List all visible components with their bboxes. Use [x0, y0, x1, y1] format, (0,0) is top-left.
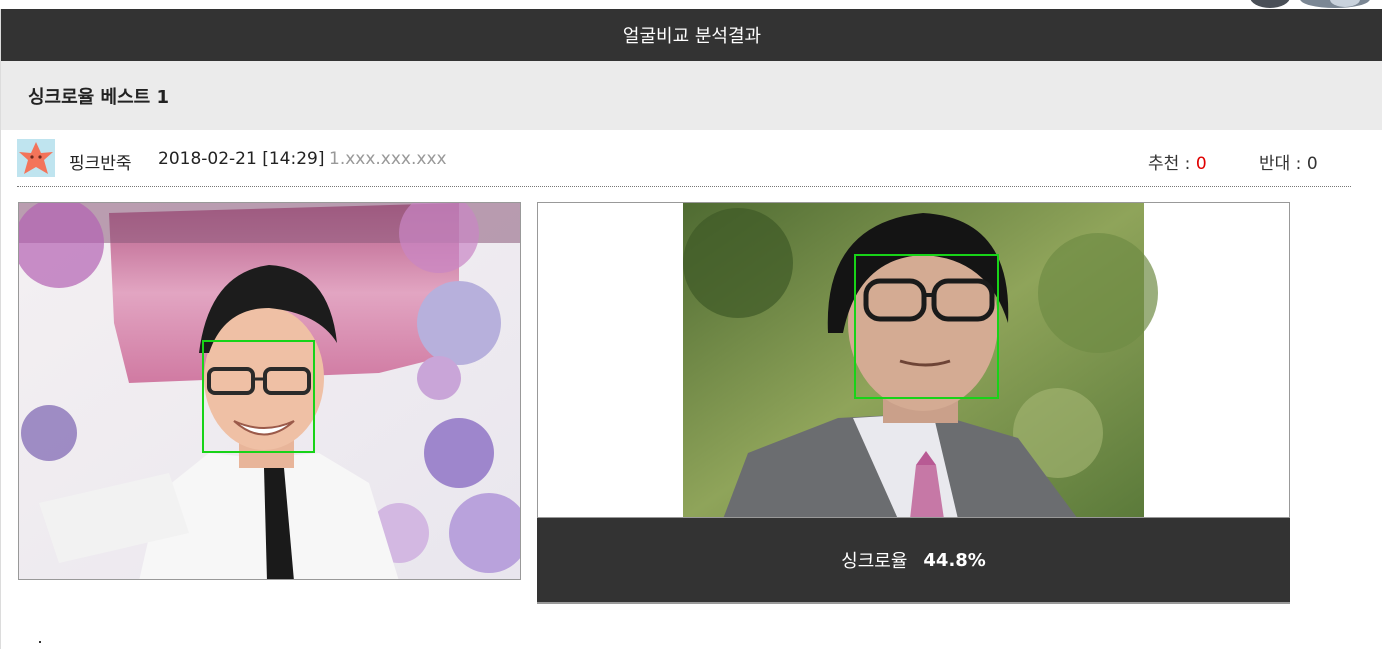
recommend-count: 0	[1195, 154, 1207, 174]
section-heading: 싱크로율 베스트 1	[28, 86, 169, 108]
panel-title-bar: 얼굴비교 분석결과	[1, 9, 1382, 61]
panel-title: 얼굴비교 분석결과	[622, 26, 762, 47]
oppose-button[interactable]: 반대 : 0	[1259, 149, 1318, 174]
pink-starfish-avatar-icon[interactable]	[17, 139, 55, 177]
recommend-label: 추천 :	[1148, 154, 1191, 174]
uploaded-face-photo	[18, 202, 521, 580]
oppose-count: 0	[1306, 154, 1318, 174]
matched-face-photo	[537, 202, 1290, 518]
sync-rate-result-bar: 싱크로율 44.8%	[537, 518, 1290, 604]
corner-decoration-image	[1240, 0, 1382, 9]
sync-rate-label: 싱크로율	[841, 551, 908, 572]
oppose-label: 반대 :	[1259, 154, 1302, 174]
sync-rate-value: 44.8%	[923, 549, 986, 571]
post-info-bar: 핑크반죽 2018-02-21 [14:29] 1.xxx.xxx.xxx 추천…	[17, 137, 1351, 187]
result-panel: 얼굴비교 분석결과 싱크로율 베스트 1 핑크반죽 2018-02-21 [14…	[0, 9, 1382, 649]
matched-face-card: 싱크로율 44.8%	[537, 202, 1290, 604]
post-datetime: 2018-02-21 [14:29]	[158, 149, 325, 169]
recommend-button[interactable]: 추천 : 0	[1148, 149, 1207, 174]
bottom-dot-marker	[39, 641, 41, 643]
author-name[interactable]: 핑크반죽	[69, 149, 132, 174]
section-header: 싱크로율 베스트 1	[1, 61, 1382, 130]
face-detection-box-right	[854, 254, 999, 399]
face-detection-box-left	[202, 340, 315, 453]
post-ip-address: 1.xxx.xxx.xxx	[329, 149, 447, 169]
